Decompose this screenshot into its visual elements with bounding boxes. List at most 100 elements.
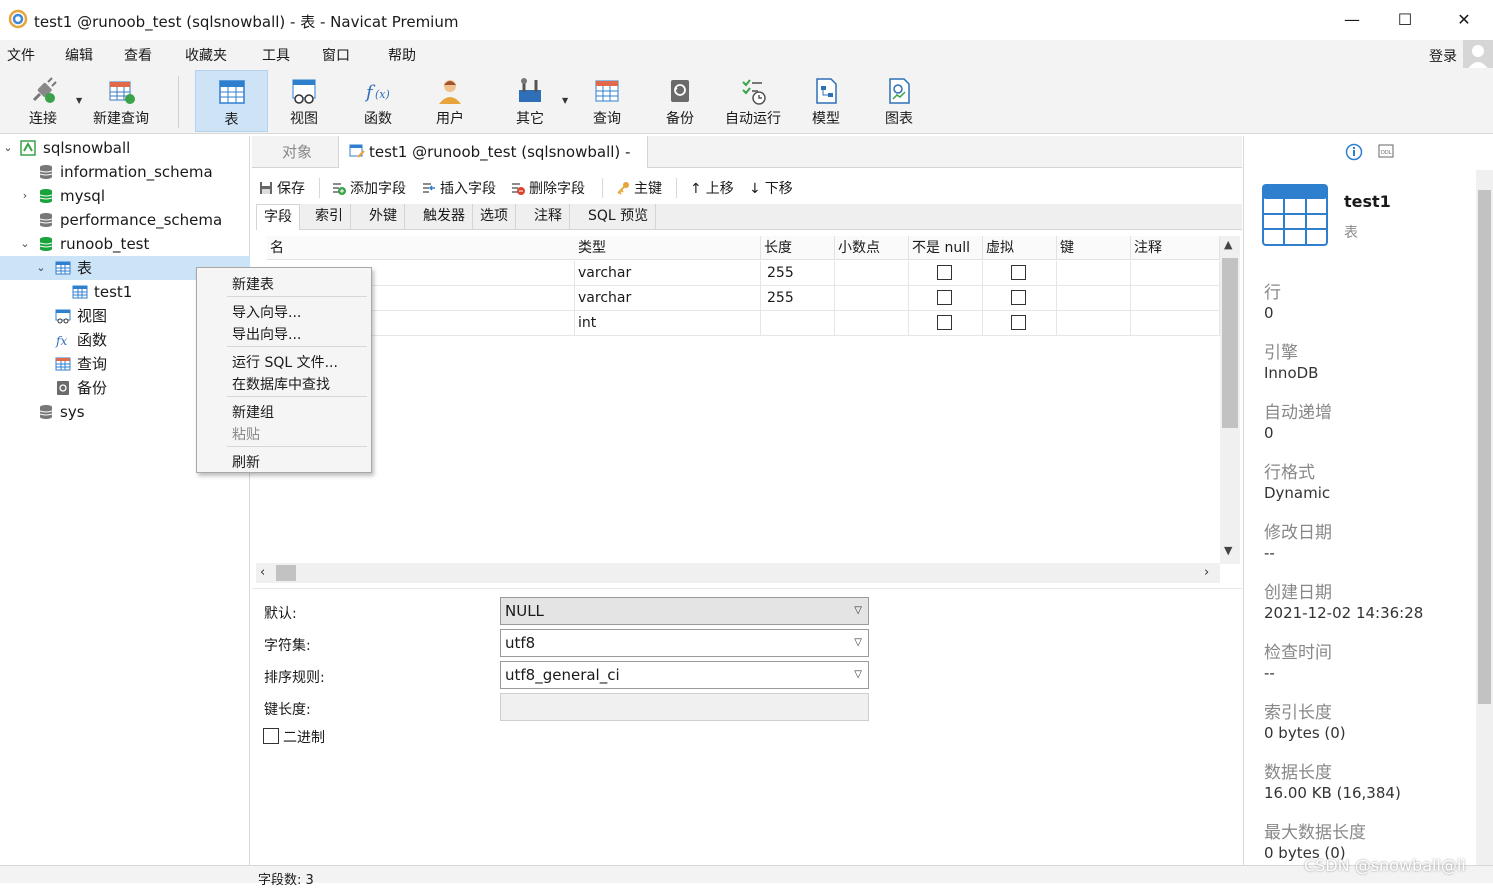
menu-item-refresh[interactable]: 刷新: [232, 452, 260, 472]
move-down-button[interactable]: ↓ 下移: [749, 178, 793, 198]
column-header-decimals[interactable]: 小数点: [835, 236, 909, 260]
column-header-virtual[interactable]: 虚拟: [983, 236, 1057, 260]
tree-item-mysql[interactable]: › mysql: [0, 184, 250, 208]
scroll-right-icon[interactable]: ›: [1204, 565, 1209, 580]
field-comment-cell[interactable]: [1131, 311, 1220, 336]
column-header-comment[interactable]: 注释: [1131, 236, 1220, 260]
menu-edit[interactable]: 编辑: [65, 45, 93, 65]
tab-fields[interactable]: 字段: [256, 204, 300, 230]
menu-item-new-group[interactable]: 新建组: [232, 402, 274, 422]
field-decimals-cell[interactable]: [835, 261, 909, 286]
menu-view[interactable]: 查看: [124, 45, 152, 65]
tree-item-performance-schema[interactable]: performance_schema: [0, 208, 250, 232]
not-null-checkbox[interactable]: [937, 265, 952, 280]
field-comment-cell[interactable]: [1131, 261, 1220, 286]
charset-select[interactable]: utf8 ▽: [500, 629, 869, 657]
menu-tools[interactable]: 工具: [262, 45, 290, 65]
toolbar-user-button[interactable]: 用户: [420, 70, 480, 132]
chevron-right-icon[interactable]: ›: [19, 184, 31, 208]
tree-item-information-schema[interactable]: information_schema: [0, 160, 250, 184]
field-key-cell[interactable]: [1057, 261, 1131, 286]
tab-table-design[interactable]: test1 @runoob_test (sqlsnowball) - 表: [338, 136, 648, 193]
field-key-cell[interactable]: [1057, 286, 1131, 311]
column-header-type[interactable]: 类型: [575, 236, 761, 260]
column-header-not-null[interactable]: 不是 null: [909, 236, 983, 260]
menu-item-import-wizard[interactable]: 导入向导...: [232, 302, 301, 322]
chevron-down-icon[interactable]: ⌄: [19, 232, 31, 256]
column-header-length[interactable]: 长度: [761, 236, 835, 260]
tree-item-sqlsnowball[interactable]: ⌄ sqlsnowball: [0, 136, 250, 160]
grid-vertical-scrollbar[interactable]: ▲ ▼: [1220, 236, 1240, 564]
add-field-button[interactable]: 添加字段: [332, 178, 406, 198]
menu-file[interactable]: 文件: [7, 45, 35, 65]
field-type-cell[interactable]: varchar: [572, 286, 761, 311]
menu-item-export-wizard[interactable]: 导出向导...: [232, 324, 301, 344]
toolbar-others-button[interactable]: 其它: [500, 70, 560, 132]
tree-item-runoob-test[interactable]: ⌄ runoob_test: [0, 232, 250, 256]
info-scrollbar[interactable]: [1476, 170, 1493, 865]
virtual-checkbox[interactable]: [1011, 315, 1026, 330]
menu-item-run-sql-file[interactable]: 运行 SQL 文件...: [232, 352, 338, 372]
scroll-left-icon[interactable]: ‹: [260, 565, 265, 580]
virtual-checkbox[interactable]: [1011, 290, 1026, 305]
scroll-thumb[interactable]: [276, 565, 296, 581]
tab-options[interactable]: 选项: [473, 204, 516, 230]
toolbar-backup-button[interactable]: 备份: [650, 70, 710, 132]
field-length-cell[interactable]: 255: [761, 286, 835, 311]
field-length-cell[interactable]: 255: [761, 261, 835, 286]
menu-favorites[interactable]: 收藏夹: [185, 45, 227, 65]
not-null-checkbox[interactable]: [937, 290, 952, 305]
close-button[interactable]: ✕: [1442, 6, 1486, 34]
field-key-cell[interactable]: [1057, 311, 1131, 336]
menu-item-new-table[interactable]: 新建表: [232, 274, 274, 294]
field-comment-cell[interactable]: [1131, 286, 1220, 311]
toolbar-view-button[interactable]: 视图: [272, 70, 336, 132]
info-icon[interactable]: [1345, 143, 1363, 161]
grid-horizontal-scrollbar[interactable]: ‹ ›: [256, 563, 1220, 583]
chevron-down-icon[interactable]: ⌄: [2, 136, 14, 160]
field-decimals-cell[interactable]: [835, 311, 909, 336]
toolbar-autorun-button[interactable]: 自动运行: [720, 70, 786, 132]
toolbar-chart-button[interactable]: 图表: [869, 70, 929, 132]
move-up-button[interactable]: ↑ 上移: [690, 178, 734, 198]
minimize-button[interactable]: —: [1330, 6, 1374, 34]
key-length-input[interactable]: [500, 693, 869, 721]
toolbar-model-button[interactable]: 模型: [796, 70, 856, 132]
tab-indexes[interactable]: 索引: [308, 204, 351, 230]
not-null-checkbox[interactable]: [937, 315, 952, 330]
toolbar-connection-button[interactable]: 连接: [14, 70, 72, 132]
menu-item-find-in-database[interactable]: 在数据库中查找: [232, 374, 330, 394]
menu-window[interactable]: 窗口: [322, 45, 350, 65]
tab-comment[interactable]: 注释: [527, 204, 570, 230]
binary-checkbox[interactable]: [263, 728, 279, 744]
toolbar-new-query-button[interactable]: 新建查询: [88, 70, 154, 132]
dropdown-arrow-icon[interactable]: ▼: [562, 96, 568, 105]
insert-field-button[interactable]: 插入字段: [422, 178, 496, 198]
scroll-thumb[interactable]: [1222, 258, 1238, 428]
tab-foreign-keys[interactable]: 外键: [362, 204, 405, 230]
primary-key-button[interactable]: 主键: [616, 178, 662, 198]
field-type-cell[interactable]: int: [572, 311, 761, 336]
login-link[interactable]: 登录: [1429, 46, 1457, 66]
toolbar-function-button[interactable]: f (x) 函数: [346, 70, 410, 132]
tab-sql-preview[interactable]: SQL 预览: [581, 204, 657, 230]
scroll-up-icon[interactable]: ▲: [1224, 238, 1232, 251]
tab-objects[interactable]: 对象: [272, 136, 322, 168]
default-select[interactable]: NULL ▽: [500, 597, 869, 625]
field-type-cell[interactable]: varchar: [572, 261, 761, 286]
field-length-cell[interactable]: [761, 311, 835, 336]
avatar[interactable]: [1463, 40, 1493, 70]
scroll-down-icon[interactable]: ▼: [1224, 544, 1232, 557]
column-header-key[interactable]: 键: [1057, 236, 1131, 260]
scroll-thumb[interactable]: [1478, 190, 1491, 704]
menu-help[interactable]: 帮助: [388, 45, 416, 65]
virtual-checkbox[interactable]: [1011, 265, 1026, 280]
toolbar-table-button[interactable]: 表: [195, 70, 268, 132]
tab-triggers[interactable]: 触发器: [416, 204, 473, 230]
field-decimals-cell[interactable]: [835, 286, 909, 311]
chevron-down-icon[interactable]: ⌄: [35, 256, 47, 280]
ddl-icon[interactable]: DDL: [1378, 143, 1394, 159]
delete-field-button[interactable]: 删除字段: [511, 178, 585, 198]
toolbar-query-button[interactable]: 查询: [577, 70, 637, 132]
column-header-name[interactable]: 名: [267, 236, 577, 260]
